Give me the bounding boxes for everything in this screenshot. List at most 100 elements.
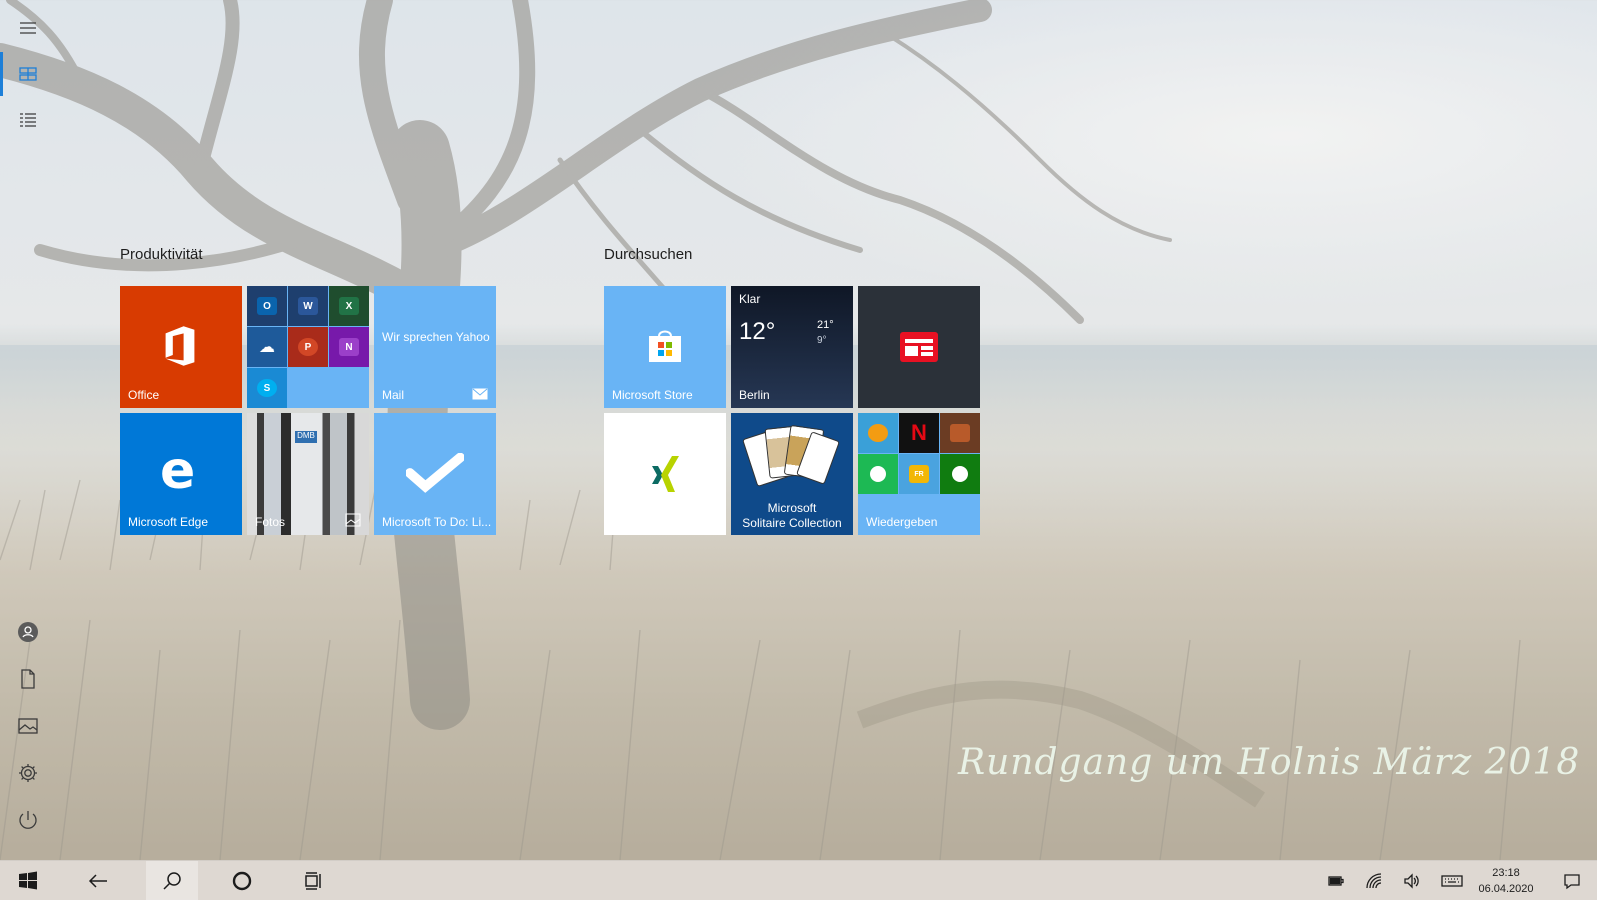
onenote-icon: N — [339, 338, 359, 356]
search-button[interactable] — [146, 861, 198, 900]
word-icon: W — [298, 297, 318, 315]
hamburger-icon — [20, 22, 36, 34]
tile-microsoft-todo[interactable]: Microsoft To Do: Li... — [374, 413, 496, 535]
tile-label: Microsoft Store — [612, 388, 693, 402]
list-icon — [20, 113, 36, 127]
tile-office-apps-folder[interactable]: O W X ☁ P N S — [247, 286, 369, 408]
group-title-durchsuchen[interactable]: Durchsuchen — [604, 246, 692, 263]
tile-mail[interactable]: Wir sprechen Yahoo Mail — [374, 286, 496, 408]
photos-icon — [345, 513, 361, 527]
weather-high: 21° — [817, 319, 834, 331]
skype-mini: S — [247, 368, 287, 408]
store-bag-icon — [649, 330, 681, 362]
task-view-button[interactable] — [290, 861, 338, 900]
tile-news[interactable] — [858, 286, 980, 408]
start-rail — [0, 0, 56, 860]
back-arrow-icon — [88, 874, 107, 888]
volume-button[interactable] — [1394, 861, 1430, 900]
tiles-icon — [19, 67, 37, 81]
tile-solitaire[interactable]: Microsoft Solitaire Collection — [731, 413, 853, 535]
word-mini: W — [288, 286, 328, 326]
checkmark-icon — [406, 453, 464, 493]
xing-icon — [652, 456, 679, 492]
tile-label: Microsoft To Do: Li... — [382, 515, 492, 529]
friends-mini: FR — [899, 454, 939, 494]
battery-icon — [1328, 876, 1344, 886]
back-button[interactable] — [74, 861, 122, 900]
tile-xing[interactable] — [604, 413, 726, 535]
excel-mini: X — [329, 286, 369, 326]
solitaire-title-line1: Microsoft — [767, 501, 817, 515]
tile-label: Microsoft Edge — [128, 515, 209, 529]
solitaire-title-line2: Solitaire Collection — [742, 516, 842, 530]
tile-label: Office — [128, 388, 160, 402]
netflix-mini: N — [899, 413, 939, 453]
task-view-icon — [305, 872, 321, 890]
outlook-mini: O — [247, 286, 287, 326]
taskbar: 23:18 06.04.2020 — [0, 860, 1597, 900]
cloud-icon: ☁ — [259, 339, 275, 356]
tile-label: Mail — [382, 388, 405, 402]
search-icon — [163, 872, 181, 890]
settings-button[interactable] — [0, 751, 56, 795]
all-apps-button[interactable] — [0, 98, 56, 142]
excel-icon: X — [339, 297, 359, 315]
notification-icon — [1564, 874, 1580, 890]
tile-label: Berlin — [739, 388, 770, 402]
power-icon — [19, 811, 37, 829]
photos-sign: DMB — [295, 431, 317, 443]
tile-label: Wiedergeben — [866, 515, 938, 529]
cortana-button[interactable] — [218, 861, 266, 900]
powerpoint-icon: P — [298, 338, 318, 356]
wifi-icon — [1366, 873, 1382, 889]
pictures-button[interactable] — [0, 704, 56, 748]
mail-preview-text: Wir sprechen Yahoo — [382, 330, 490, 344]
pinned-tiles-button[interactable] — [0, 52, 56, 96]
user-icon — [18, 622, 38, 642]
spotify-icon — [870, 466, 886, 482]
mail-icon — [472, 388, 488, 400]
tile-weather[interactable]: Klar 12° 21° 9° Berlin — [731, 286, 853, 408]
windows-logo-icon — [19, 871, 37, 890]
cards-icon — [742, 424, 840, 495]
document-icon — [21, 669, 35, 689]
netflix-icon: N — [911, 420, 927, 445]
power-button[interactable] — [0, 798, 56, 842]
battery-button[interactable] — [1318, 861, 1354, 900]
tile-office[interactable]: Office — [120, 286, 242, 408]
tile-label: Fotos — [255, 515, 286, 529]
game-mini — [940, 413, 980, 453]
skype-icon: S — [257, 379, 277, 397]
spotify-mini — [858, 454, 898, 494]
group-title-produktivitaet[interactable]: Produktivität — [120, 246, 203, 263]
game-icon — [950, 424, 970, 442]
taskbar-clock[interactable]: 23:18 06.04.2020 — [1458, 865, 1554, 897]
weather-low: 9° — [817, 335, 827, 346]
tile-microsoft-edge[interactable]: e Microsoft Edge — [120, 413, 242, 535]
expand-menu-button[interactable] — [0, 6, 56, 50]
clock-time: 23:18 — [1492, 867, 1520, 879]
clock-date: 06.04.2020 — [1478, 883, 1534, 895]
powerpoint-mini: P — [288, 327, 328, 367]
weather-condition: Klar — [739, 292, 761, 306]
cortana-circle-icon — [232, 871, 252, 891]
candy-icon — [868, 424, 888, 442]
office-icon — [165, 326, 195, 366]
friends-icon: FR — [909, 465, 929, 483]
picture-icon — [18, 718, 38, 734]
wifi-button[interactable] — [1356, 861, 1392, 900]
candy-mini — [858, 413, 898, 453]
news-icon — [900, 332, 938, 362]
outlook-icon: O — [257, 297, 277, 315]
weather-temp: 12° — [739, 318, 776, 345]
documents-button[interactable] — [0, 657, 56, 701]
tile-fotos[interactable]: DMB Fotos — [247, 413, 369, 535]
tile-microsoft-store[interactable]: Microsoft Store — [604, 286, 726, 408]
tile-play-folder[interactable]: N FR Wiedergeben — [858, 413, 980, 535]
xbox-mini — [940, 454, 980, 494]
start-button[interactable] — [4, 861, 52, 900]
account-button[interactable] — [0, 610, 56, 654]
edge-icon: e — [160, 441, 196, 501]
action-center-button[interactable] — [1552, 861, 1592, 900]
xbox-icon — [952, 466, 968, 482]
